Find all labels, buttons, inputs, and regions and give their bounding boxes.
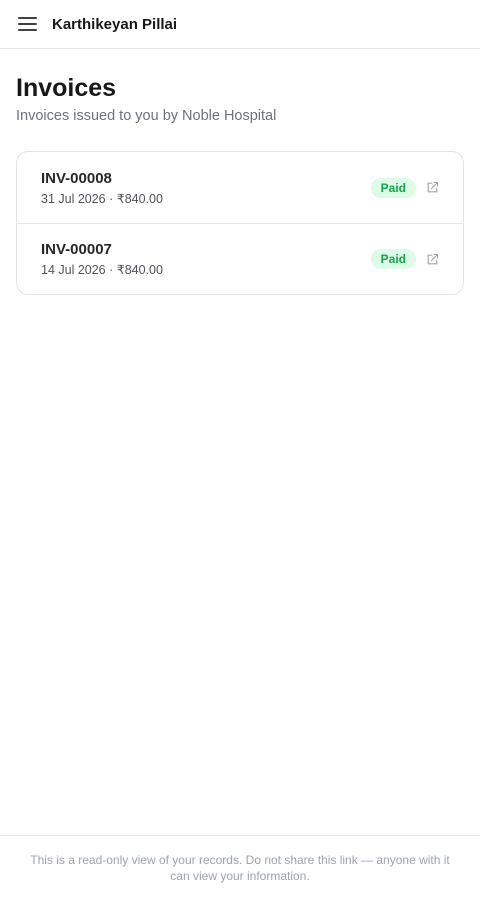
- user-name: Karthikeyan Pillai: [52, 15, 178, 33]
- page: Karthikeyan Pillai Invoices Invoices iss…: [0, 0, 480, 900]
- top-bar: Karthikeyan Pillai: [0, 0, 480, 49]
- page-subtitle: Invoices issued to you by Noble Hospital: [16, 108, 277, 124]
- menu-line: [18, 17, 37, 19]
- invoice-list: INV-00008 31 Jul 2026 · ₹840.00 Paid INV…: [16, 151, 464, 295]
- invoice-actions: Paid: [370, 249, 439, 269]
- external-link-icon[interactable]: [426, 253, 439, 266]
- invoice-info: INV-00008 31 Jul 2026 · ₹840.00: [41, 170, 163, 206]
- external-link-icon[interactable]: [426, 181, 439, 194]
- invoice-number: INV-00008: [41, 169, 112, 187]
- footer-notice: This is a read-only view of your records…: [0, 835, 480, 900]
- hamburger-menu-icon[interactable]: [18, 16, 38, 32]
- menu-line: [18, 29, 37, 31]
- invoice-row[interactable]: INV-00007 14 Jul 2026 · ₹840.00 Paid: [17, 223, 463, 294]
- menu-line: [18, 23, 37, 25]
- invoice-row[interactable]: INV-00008 31 Jul 2026 · ₹840.00 Paid: [17, 152, 463, 223]
- page-title: Invoices: [16, 74, 117, 102]
- footer-notice-text: This is a read-only view of your records…: [30, 853, 450, 883]
- status-badge: Paid: [370, 177, 416, 198]
- invoice-date-amount: 31 Jul 2026 · ₹840.00: [41, 191, 163, 206]
- invoice-info: INV-00007 14 Jul 2026 · ₹840.00: [41, 241, 163, 277]
- invoice-date-amount: 14 Jul 2026 · ₹840.00: [41, 263, 163, 277]
- invoice-actions: Paid: [370, 177, 439, 198]
- invoice-number: INV-00007: [41, 241, 112, 258]
- status-badge: Paid: [370, 249, 416, 269]
